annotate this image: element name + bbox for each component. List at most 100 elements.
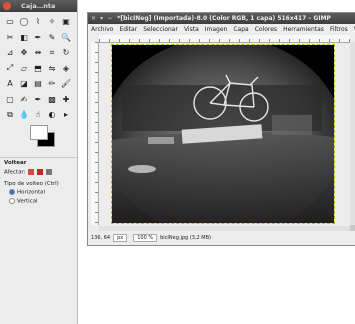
color-picker-glyph: ✎: [48, 32, 56, 42]
smudge-glyph: ☝: [35, 110, 41, 120]
radio-icon[interactable]: [9, 189, 15, 195]
crop-icon[interactable]: ⌗: [45, 45, 59, 61]
color-select-icon[interactable]: ▣: [59, 14, 73, 30]
pencil-icon[interactable]: ✏: [45, 76, 59, 92]
affect-selection-icon[interactable]: [36, 169, 43, 175]
vertical-scrollbar[interactable]: [350, 42, 355, 225]
menu-item-filtros[interactable]: Filtros: [330, 26, 348, 33]
airbrush-glyph: ✍: [20, 94, 28, 104]
ellipse-select-icon[interactable]: ◯: [17, 14, 31, 30]
scale-icon[interactable]: ⤢: [3, 61, 17, 77]
image-window-title: *[bicINeg] (Importada)-8.0 (Color RGB, 1…: [117, 15, 331, 22]
measure-icon[interactable]: ⊿: [3, 45, 17, 61]
fuzzy-select-icon[interactable]: ✧: [45, 14, 59, 30]
shear-glyph: ▱: [20, 63, 28, 73]
flip-type-label: Tipo de volteo (Ctrl): [4, 181, 59, 187]
ink-icon[interactable]: ✒: [31, 92, 45, 108]
unit-select[interactable]: px: [113, 234, 128, 242]
blend-icon[interactable]: ▤: [31, 76, 45, 92]
crop-glyph: ⌗: [49, 47, 55, 57]
menu-item-vista[interactable]: Vista: [184, 26, 199, 33]
ink-glyph: ✒: [34, 94, 42, 104]
navigate-icon[interactable]: [350, 225, 355, 231]
smudge-icon[interactable]: ☝: [31, 107, 45, 123]
color-selector[interactable]: [26, 123, 56, 151]
dodge-burn-glyph: ◐: [48, 110, 56, 120]
menu-item-herramientas[interactable]: Herramientas: [283, 26, 324, 33]
clone-icon[interactable]: ▩: [45, 92, 59, 108]
menu-item-colores[interactable]: Colores: [255, 26, 277, 33]
cage-icon[interactable]: ◈: [59, 61, 73, 77]
move-icon[interactable]: ✥: [17, 45, 31, 61]
bucket-fill-icon[interactable]: ◪: [17, 76, 31, 92]
affect-path-icon[interactable]: [45, 169, 52, 175]
color-picker-icon[interactable]: ✎: [45, 30, 59, 46]
rect-select-icon[interactable]: ▭: [3, 14, 17, 30]
rotate-icon[interactable]: ↻: [59, 45, 73, 61]
text-glyph: A: [7, 79, 13, 89]
blur-icon[interactable]: 💧: [17, 107, 31, 123]
paintbrush-glyph: 🖌: [60, 79, 72, 89]
foreground-color-swatch[interactable]: [30, 125, 48, 140]
scissors-glyph: ✂: [6, 32, 14, 42]
blend-glyph: ▤: [34, 79, 42, 89]
extra-icon[interactable]: ▸: [59, 107, 73, 123]
rect-select-glyph: ▭: [6, 17, 14, 27]
radio-horizontal[interactable]: Horizontal: [9, 189, 45, 196]
dodge-burn-icon[interactable]: ◐: [45, 107, 59, 123]
bicycle-photo: [103, 37, 343, 237]
toolbox-titlebar[interactable]: Caja…nta: [0, 0, 77, 12]
radio-icon[interactable]: [9, 198, 15, 204]
menu-item-seleccionar[interactable]: Seleccionar: [143, 26, 178, 33]
radio-vertical[interactable]: Vertical: [9, 198, 38, 205]
blur-glyph: 💧: [19, 110, 29, 120]
flip-glyph: ⇋: [48, 63, 56, 73]
tool-grid: ▭ ◯ ⌇ ✧ ▣ ✂ ◧ ✒ ✎ 🔍 ⊿ ✥ ⇹ ⌗ ↻ ⤢ ▱ ⬒ ⇋ ◈ A ◪ ▤ ✏ 🖌 ▢ ✍ ✒ ▩ ✚ ⧉ 💧 ☝ ◐ ▸: [3, 14, 75, 123]
vertical-ruler[interactable]: [91, 42, 99, 225]
zoom-glyph: 🔍: [61, 32, 71, 42]
perspective-clone-icon[interactable]: ⧉: [3, 107, 17, 123]
foreground-select-glyph: ◧: [20, 32, 28, 42]
status-bar: 136, 64 px 100 % bicINeg.jpg (3,2 MB): [91, 233, 353, 243]
flip-icon[interactable]: ⇋: [45, 61, 59, 77]
image-canvas[interactable]: [103, 37, 343, 237]
perspective-icon[interactable]: ⬒: [31, 61, 45, 77]
image-window-titlebar[interactable]: ✕ ▾ − *[bicINeg] (Importada)-8.0 (Color …: [88, 13, 355, 24]
paintbrush-icon[interactable]: 🖌: [59, 76, 73, 92]
toolbox-window: Caja…nta ▭ ◯ ⌇ ✧ ▣ ✂ ◧ ✒ ✎ 🔍 ⊿ ✥ ⇹ ⌗ ↻ ⤢ ▱ ⬒ ⇋ ◈ A ◪ ▤ ✏ 🖌 ▢ ✍ ✒ ▩ ✚ ⧉…: [0, 0, 78, 324]
close-icon[interactable]: [3, 2, 11, 10]
clone-glyph: ▩: [48, 94, 56, 104]
pencil-glyph: ✏: [48, 79, 56, 89]
menu-item-editar[interactable]: Editar: [119, 26, 137, 33]
shear-icon[interactable]: ▱: [17, 61, 31, 77]
menu-item-capa[interactable]: Capa: [233, 26, 248, 33]
color-select-glyph: ▣: [62, 17, 70, 27]
airbrush-icon[interactable]: ✍: [17, 92, 31, 108]
window-controls-icon[interactable]: ✕ ▾ −: [91, 15, 113, 22]
rotate-glyph: ↻: [62, 48, 70, 58]
heal-glyph: ✚: [62, 94, 70, 104]
menu-item-imagen[interactable]: Imagen: [205, 26, 228, 33]
zoom-select[interactable]: 100 %: [133, 234, 158, 242]
horizontal-ruler[interactable]: [99, 35, 350, 43]
paths-icon[interactable]: ✒: [31, 30, 45, 46]
text-icon[interactable]: A: [3, 76, 17, 92]
menu-item-archivo[interactable]: Archivo: [91, 26, 113, 33]
move-glyph: ✥: [20, 48, 28, 58]
pointer-coords: 136, 64: [91, 235, 111, 241]
horizontal-scrollbar[interactable]: [99, 226, 350, 231]
fuzzy-select-glyph: ✧: [48, 17, 56, 27]
affect-layer-icon[interactable]: [28, 169, 35, 175]
free-select-icon[interactable]: ⌇: [31, 14, 45, 30]
scissors-icon[interactable]: ✂: [3, 30, 17, 46]
menubar: Archivo Editar Seleccionar Vista Imagen Capa C…: [88, 24, 355, 34]
eraser-glyph: ▢: [6, 94, 14, 104]
radio-vertical-label: Vertical: [17, 198, 38, 205]
align-icon[interactable]: ⇹: [31, 45, 45, 61]
eraser-icon[interactable]: ▢: [3, 92, 17, 108]
zoom-icon[interactable]: 🔍: [59, 30, 73, 46]
heal-icon[interactable]: ✚: [59, 92, 73, 108]
divider: [0, 157, 77, 158]
tool-options-heading: Voltear: [4, 160, 27, 166]
foreground-select-icon[interactable]: ◧: [17, 30, 31, 46]
